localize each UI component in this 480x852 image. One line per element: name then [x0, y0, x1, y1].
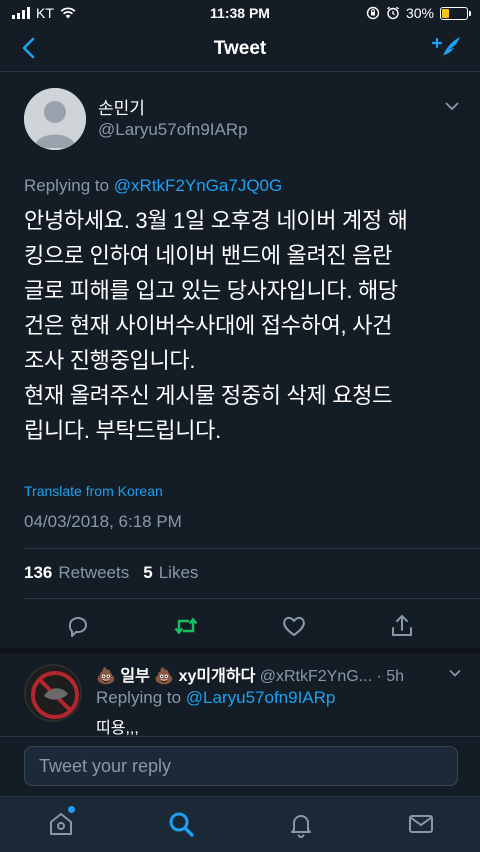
- reply-input[interactable]: [24, 746, 458, 786]
- battery-fill: [442, 8, 450, 18]
- tweet-actions: [0, 608, 480, 642]
- chevron-down-icon[interactable]: [444, 98, 460, 114]
- reply-author-name[interactable]: 💩 일부 💩 xy미개하다: [96, 668, 255, 685]
- avatar[interactable]: [24, 664, 82, 722]
- rotation-lock-icon: [366, 6, 380, 20]
- reply-author-handle[interactable]: @xRtkF2YnG...: [260, 668, 372, 685]
- reply-avatar-image: [26, 666, 80, 720]
- alarm-icon: [387, 6, 399, 20]
- tweet-text: 안녕하세요. 3월 1일 오후경 네이버 계정 해 킹으로 인하여 네이버 밴드…: [24, 208, 408, 443]
- share-icon[interactable]: [388, 612, 416, 640]
- chevron-down-icon[interactable]: [448, 666, 462, 680]
- status-left: KT: [12, 5, 76, 21]
- avatar[interactable]: [24, 88, 86, 150]
- home-icon: [50, 813, 72, 835]
- reply-header: 💩 일부 💩 xy미개하다 @xRtkF2YnG... · 5h: [96, 662, 464, 686]
- tab-search[interactable]: [166, 809, 196, 839]
- divider: [24, 548, 480, 549]
- battery-icon: [440, 6, 471, 20]
- signal-icon: [12, 7, 30, 19]
- messages-icon: [409, 815, 433, 833]
- likes-count[interactable]: 5: [143, 563, 152, 583]
- carrier-label: KT: [36, 5, 54, 21]
- retweets-count[interactable]: 136: [24, 563, 52, 583]
- replying-handle-link[interactable]: @xRtkF2YnGa7JQ0G: [114, 176, 282, 195]
- like-icon[interactable]: [280, 612, 308, 640]
- search-icon: [169, 812, 194, 837]
- reply-tweet[interactable]: 💩 일부 💩 xy미개하다 @xRtkF2YnG... · 5h Replyin…: [0, 654, 480, 738]
- retweets-label[interactable]: Retweets: [58, 563, 129, 583]
- reply-replying-to: Replying to @Laryu57ofn9IARp: [96, 688, 335, 708]
- notification-dot: [68, 806, 75, 813]
- replying-to: Replying to @xRtkF2YnGa7JQ0G: [24, 176, 282, 196]
- default-avatar-icon: [24, 88, 86, 150]
- tab-messages[interactable]: [406, 809, 436, 839]
- reply-age: · 5h: [376, 668, 405, 685]
- reply-icon[interactable]: [64, 612, 92, 640]
- tab-notifications[interactable]: [286, 809, 316, 839]
- reply-replying-handle-link[interactable]: @Laryu57ofn9IARp: [186, 688, 336, 707]
- tab-home[interactable]: [46, 806, 76, 839]
- notifications-icon: [291, 815, 311, 838]
- status-right: 30%: [366, 5, 471, 21]
- status-bar: KT 11:38 PM 30%: [0, 0, 480, 26]
- reply-composer: [0, 736, 480, 796]
- tab-bar: [0, 796, 480, 852]
- translate-link[interactable]: Translate from Korean: [24, 483, 163, 499]
- reply-replying-prefix: Replying to: [96, 688, 182, 707]
- likes-label[interactable]: Likes: [159, 563, 199, 583]
- retweet-icon[interactable]: [172, 612, 200, 640]
- reply-text: 띠용,,,: [96, 720, 139, 737]
- author-handle[interactable]: @Laryu57ofn9IARp: [98, 120, 248, 140]
- tweet-author: 손민기 @Laryu57ofn9IARp: [24, 88, 460, 152]
- back-chevron-icon[interactable]: [16, 34, 44, 62]
- wifi-icon: [60, 7, 76, 19]
- divider: [24, 598, 480, 599]
- page-title: Tweet: [213, 37, 267, 59]
- nav-bar: Tweet: [0, 26, 480, 72]
- tweet-stats: 136 Retweets 5 Likes: [24, 563, 206, 583]
- replying-prefix: Replying to: [24, 176, 110, 195]
- compose-tweet-icon[interactable]: [430, 34, 462, 62]
- tweet-timestamp: 04/03/2018, 6:18 PM: [24, 512, 182, 531]
- author-name[interactable]: 손민기: [98, 94, 145, 119]
- battery-percent: 30%: [405, 5, 434, 21]
